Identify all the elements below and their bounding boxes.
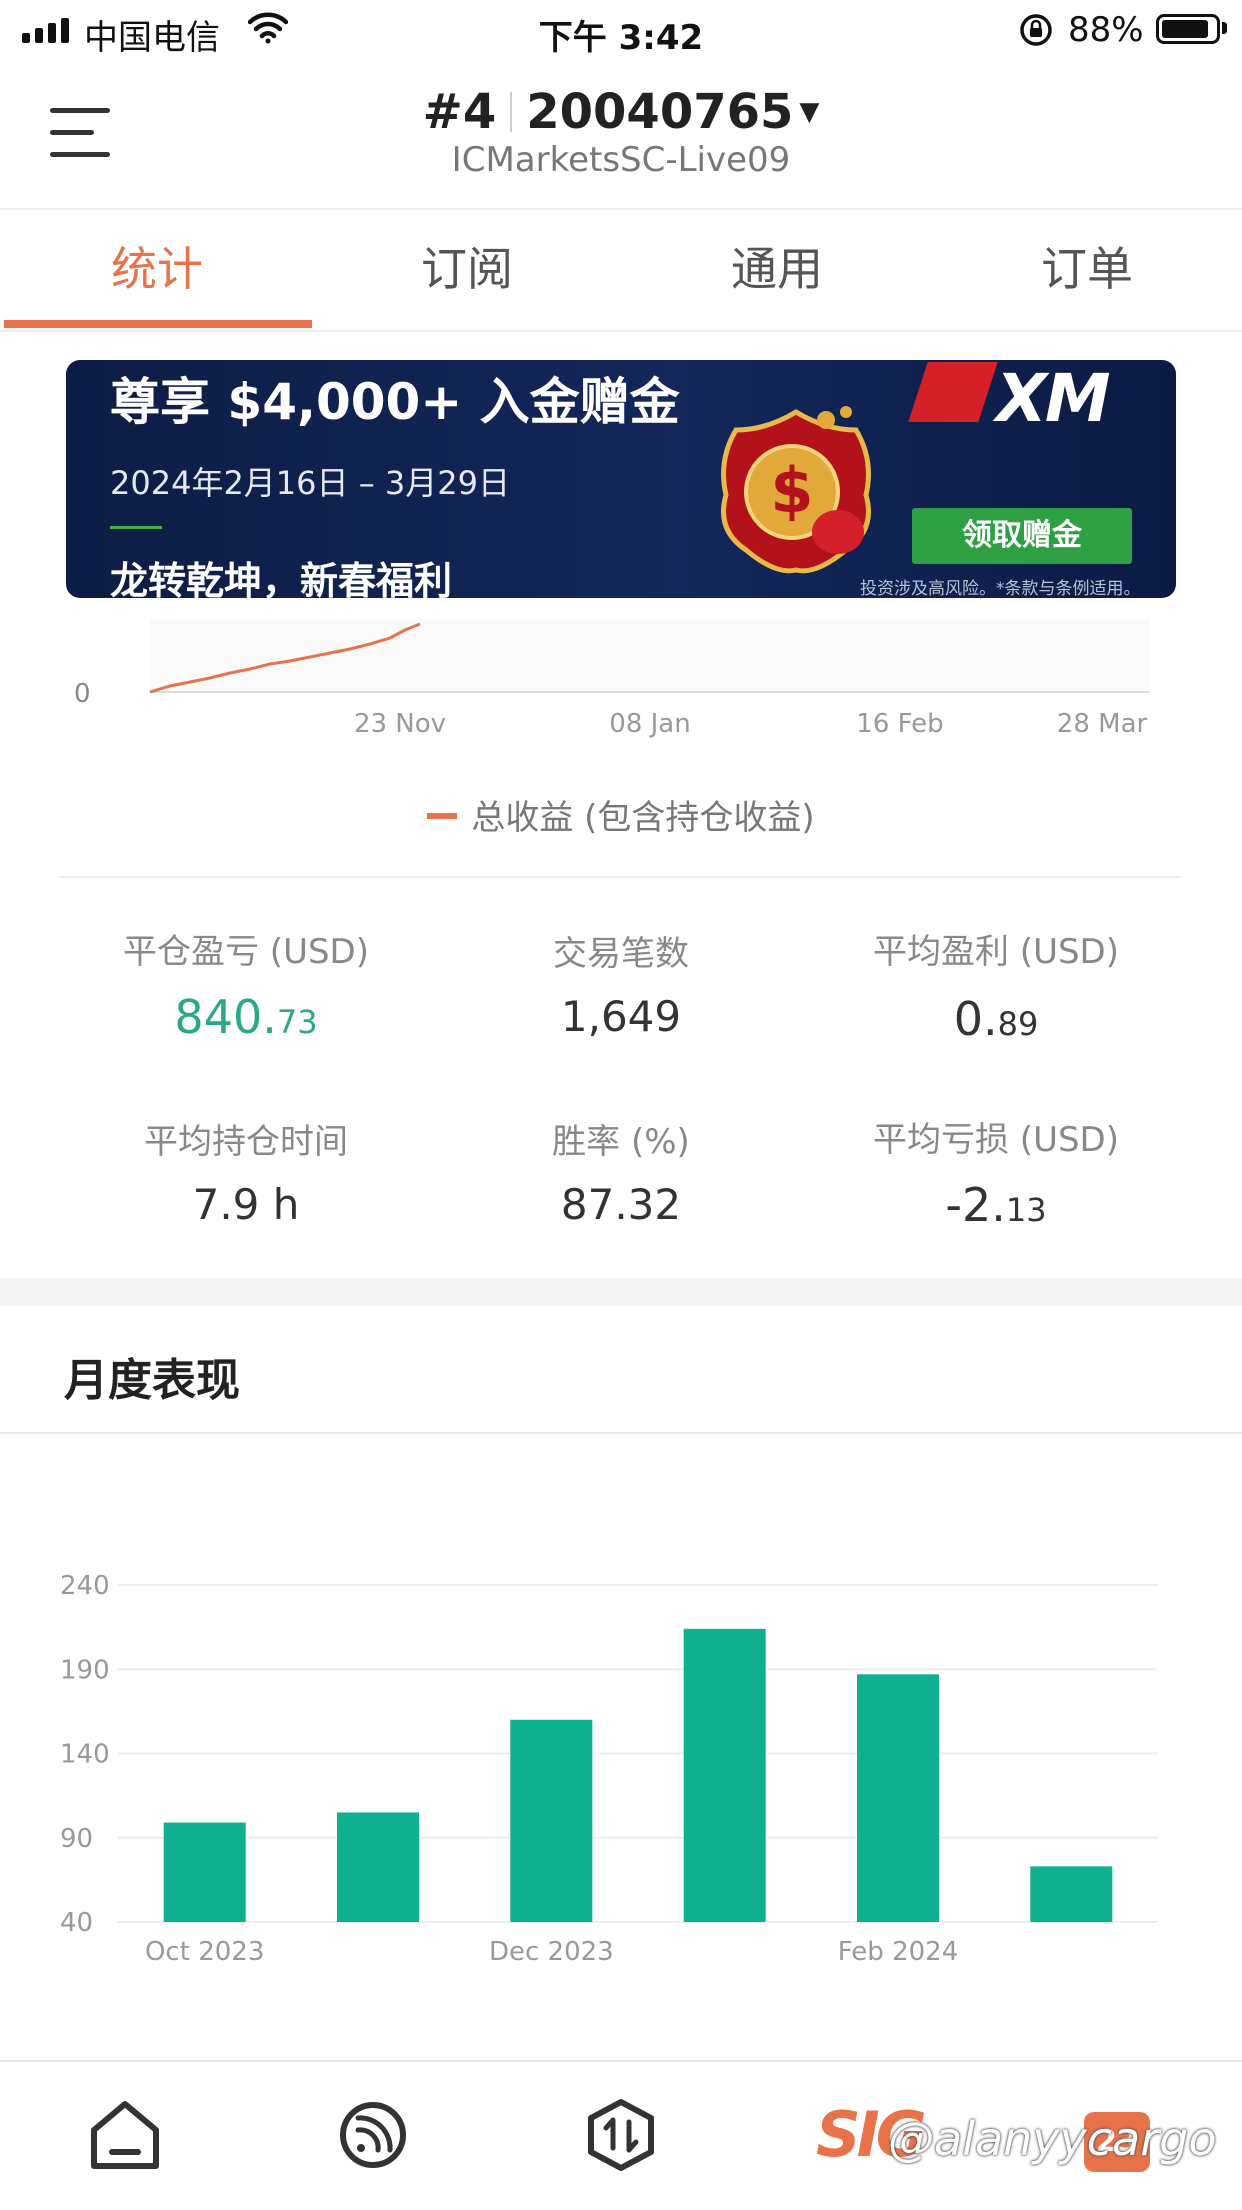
stat-value-int: 840. bbox=[174, 990, 277, 1044]
clock: 下午 3:42 bbox=[538, 18, 704, 58]
stat-closed-pnl: 840.73 bbox=[56, 990, 436, 1044]
x-tick-label: Dec 2023 bbox=[489, 1937, 614, 1967]
server-name: ICMarketsSC-Live09 bbox=[451, 140, 791, 180]
banner-rule bbox=[110, 526, 162, 529]
stat-value-int: 1,649 bbox=[560, 992, 682, 1041]
trade-icon[interactable] bbox=[576, 2090, 666, 2180]
stat-label: 平均持仓时间 bbox=[144, 1122, 348, 1162]
stat-avg-hold-time: 7.9 h bbox=[56, 1180, 436, 1229]
x-tick-label: 23 Nov bbox=[354, 709, 446, 739]
risk-disclaimer: 投资涉及高风险。*条款与条例适用。 bbox=[860, 579, 1141, 598]
stat-value-int: 87.32 bbox=[560, 1180, 682, 1229]
stat-label: 交易笔数 bbox=[553, 934, 689, 974]
stat-avg-profit: 0.89 bbox=[806, 992, 1186, 1046]
brand-logo-mark bbox=[908, 362, 998, 422]
legend-label: 总收益 (包含持仓收益) bbox=[471, 798, 815, 838]
tab-general[interactable]: 通用 bbox=[622, 210, 932, 330]
tab-bar: 统计 订阅 通用 订单 bbox=[0, 208, 1242, 332]
bar-dec-2023[interactable] bbox=[510, 1719, 593, 1922]
stat-value-int: -2. bbox=[945, 1178, 1006, 1232]
x-tick-label: 16 Feb bbox=[856, 709, 943, 739]
brand-logo: XM bbox=[996, 360, 1111, 437]
bar-mar-2024[interactable] bbox=[1030, 1866, 1113, 1922]
stat-label: 平均亏损 (USD) bbox=[873, 1120, 1119, 1160]
battery-percent: 88% bbox=[1068, 10, 1144, 50]
tab-orders[interactable]: 订单 bbox=[932, 210, 1242, 330]
stat-value-int: 7.9 h bbox=[192, 1180, 300, 1229]
y-tick-label: 140 bbox=[60, 1740, 110, 1770]
watermark: @alanyycargo bbox=[888, 2112, 1217, 2166]
status-bar: 中国电信 下午 3:42 88% bbox=[0, 0, 1242, 62]
stat-value-dec: 13 bbox=[1005, 1191, 1047, 1229]
bar-jan-2024[interactable] bbox=[683, 1628, 766, 1922]
chart-legend[interactable]: 总收益 (包含持仓收益) bbox=[0, 790, 1242, 839]
rotation-lock-icon bbox=[1018, 12, 1054, 57]
stat-avg-loss: -2.13 bbox=[806, 1178, 1186, 1232]
y-tick-label: 90 bbox=[60, 1824, 93, 1854]
claim-bonus-button[interactable]: 领取赠金 bbox=[912, 508, 1132, 564]
divider bbox=[58, 876, 1182, 878]
x-tick-label: Feb 2024 bbox=[838, 1937, 958, 1967]
growth-chart: 0 23 Nov 08 Jan 16 Feb 28 Mar bbox=[74, 620, 1150, 739]
monthly-performance-title: 月度表现 bbox=[64, 1355, 240, 1406]
bar-feb-2024[interactable] bbox=[857, 1674, 939, 1922]
x-tick-label: Oct 2023 bbox=[145, 1937, 264, 1967]
banner-date: 2024年2月16日 – 3月29日 bbox=[110, 464, 510, 502]
y-tick-label: 190 bbox=[60, 1655, 110, 1685]
chevron-down-icon: ▼ bbox=[799, 97, 820, 127]
bar-oct-2023[interactable] bbox=[163, 1822, 246, 1922]
banner-slogan: 龙转乾坤，新春福利 bbox=[110, 559, 453, 598]
dragon-coin-icon: $ bbox=[706, 400, 886, 580]
stat-label: 平均盈利 (USD) bbox=[873, 932, 1119, 972]
stat-label: 平仓盈亏 (USD) bbox=[123, 932, 369, 972]
stat-label: 胜率 (%) bbox=[552, 1122, 690, 1162]
stat-win-rate: 87.32 bbox=[431, 1180, 811, 1229]
account-index: #4 bbox=[422, 84, 497, 140]
svg-text:$: $ bbox=[770, 454, 813, 527]
account-number: 20040765 bbox=[526, 84, 794, 140]
account-selector[interactable]: #4 20040765 ▼ bbox=[0, 84, 1242, 140]
y-tick-label: 0 bbox=[74, 679, 91, 709]
section-gap bbox=[0, 1278, 1242, 1306]
stat-trade-count: 1,649 bbox=[431, 992, 811, 1041]
battery-icon bbox=[1156, 14, 1220, 44]
x-tick-label: 08 Jan bbox=[609, 709, 690, 739]
promo-banner[interactable]: 尊享 $4,000+ 入金赠金 2024年2月16日 – 3月29日 龙转乾坤，… bbox=[66, 360, 1176, 598]
active-tab-indicator bbox=[4, 320, 312, 328]
stat-value-dec: 73 bbox=[276, 1003, 318, 1041]
monthly-bar-chart: 40 90 140 190 240 Oct 2023 Dec 2023 Feb 2024 bbox=[60, 1571, 1158, 1967]
account-separator bbox=[510, 92, 513, 132]
chart-plot-area bbox=[150, 620, 1150, 692]
divider bbox=[0, 1432, 1242, 1434]
tab-statistics[interactable]: 统计 bbox=[2, 210, 312, 330]
y-tick-label: 240 bbox=[60, 1571, 110, 1601]
x-tick-label: 28 Mar bbox=[1057, 709, 1148, 739]
legend-swatch bbox=[427, 813, 458, 819]
banner-title: 尊享 $4,000+ 入金赠金 bbox=[110, 373, 680, 431]
tab-subscriptions[interactable]: 订阅 bbox=[312, 210, 622, 330]
stat-value-dec: 89 bbox=[997, 1005, 1039, 1043]
y-tick-label: 40 bbox=[60, 1908, 93, 1938]
home-icon[interactable] bbox=[80, 2090, 170, 2180]
subscription-icon[interactable] bbox=[328, 2090, 418, 2180]
stat-value-int: 0. bbox=[953, 992, 998, 1046]
bar-nov-2023[interactable] bbox=[337, 1812, 419, 1922]
battery-tip bbox=[1222, 22, 1227, 34]
